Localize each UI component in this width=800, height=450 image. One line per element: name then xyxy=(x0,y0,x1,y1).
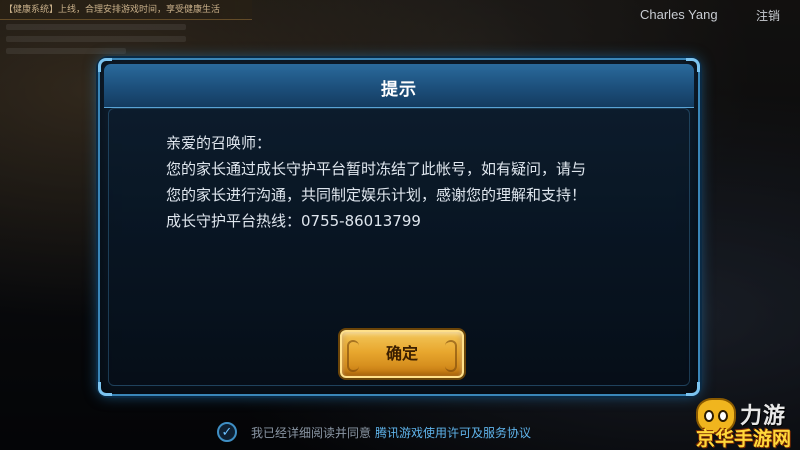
faded-background-text xyxy=(6,24,186,60)
mascot-eye xyxy=(718,410,728,422)
agreement-link[interactable]: 腾讯游戏使用许可及服务协议 xyxy=(375,424,531,441)
username-label: Charles Yang xyxy=(640,7,718,22)
dialog-message: 亲爱的召唤师： 您的家长通过成长守护平台暂时冻结了此帐号，如有疑问，请与 您的家… xyxy=(166,130,666,234)
message-line: 成长守护平台热线：0755-86013799 xyxy=(166,212,421,230)
health-system-notice: 【健康系统】上线，合理安排游戏时间，享受健康生活 xyxy=(0,0,252,20)
confirm-button[interactable]: 确定 xyxy=(340,330,464,378)
message-line: 您的家长通过成长守护平台暂时冻结了此帐号，如有疑问，请与 xyxy=(166,160,587,178)
faded-line xyxy=(6,48,126,54)
faded-line xyxy=(6,24,186,30)
checkmark-icon: ✓ xyxy=(221,424,233,440)
agreement-text: 我已经详细阅读并同意 xyxy=(251,425,372,440)
site-watermark: 力游 京华手游网 xyxy=(694,396,800,450)
dialog-header: 提示 xyxy=(104,64,694,108)
message-line: 亲爱的召唤师： xyxy=(166,134,272,152)
dialog-title: 提示 xyxy=(381,80,417,100)
faded-line xyxy=(6,36,186,42)
agreement-row: ✓ 我已经详细阅读并同意 腾讯游戏使用许可及服务协议 xyxy=(217,421,531,443)
watermark-site-name: 京华手游网 xyxy=(696,428,792,450)
mascot-eye xyxy=(704,410,714,422)
logout-button[interactable]: 注销 xyxy=(756,7,780,24)
agreement-checkbox[interactable]: ✓ xyxy=(217,422,237,442)
message-line: 您的家长进行沟通，共同制定娱乐计划，感谢您的理解和支持！ xyxy=(166,186,587,204)
notice-dialog: 提示 亲爱的召唤师： 您的家长通过成长守护平台暂时冻结了此帐号，如有疑问，请与 … xyxy=(98,58,700,396)
